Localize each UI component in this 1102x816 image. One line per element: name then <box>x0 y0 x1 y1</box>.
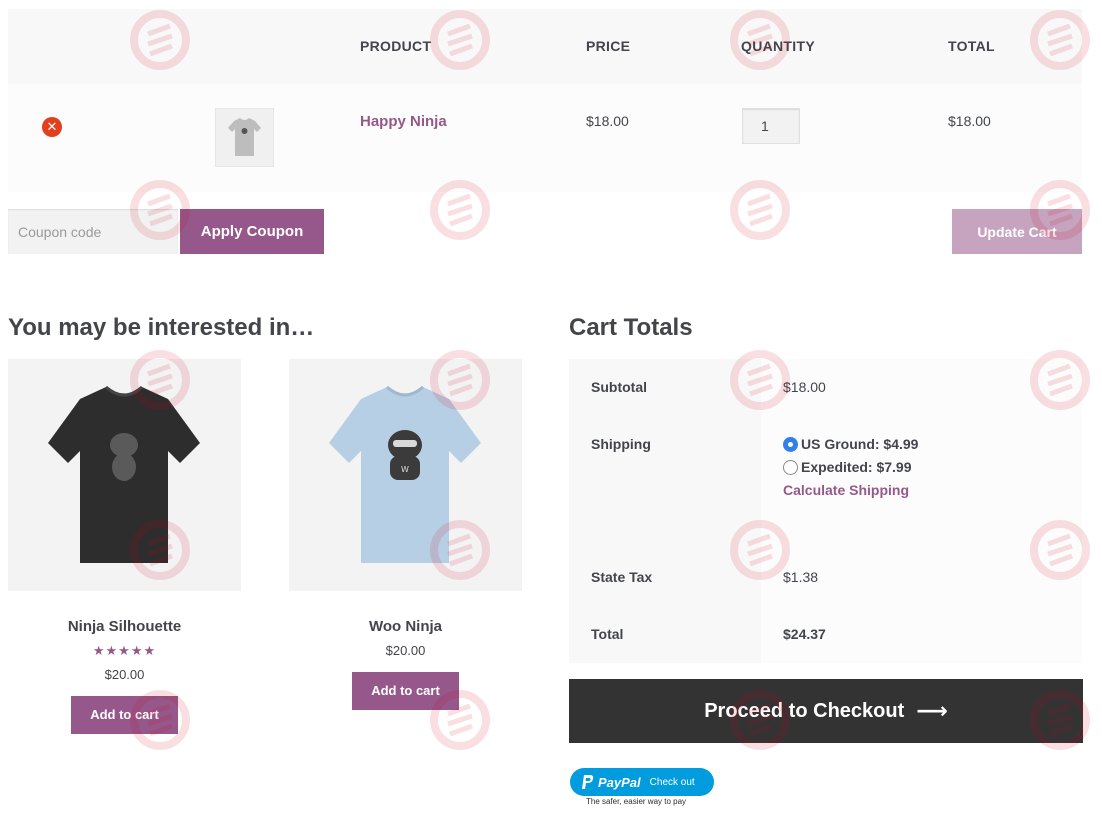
product-card-ninja-silhouette: Ninja Silhouette ★★★★★ $20.00 Add to car… <box>8 359 241 734</box>
shipping-option-label: Expedited: $7.99 <box>801 459 912 475</box>
cart-totals-table: Subtotal $18.00 Shipping US Ground: $4.9… <box>569 359 1082 663</box>
item-total: $18.00 <box>948 113 991 129</box>
cart-totals-title: Cart Totals <box>569 314 693 341</box>
product-name-link[interactable]: Happy Ninja <box>360 113 447 130</box>
tax-label: State Tax <box>569 549 761 607</box>
tax-row: State Tax $1.38 <box>569 549 1082 607</box>
add-to-cart-button[interactable]: Add to cart <box>352 672 459 710</box>
paypal-tagline: The safer, easier way to pay <box>586 797 687 806</box>
shipping-row: Shipping US Ground: $4.99 Expedited: $7.… <box>569 416 1082 549</box>
calculate-shipping-link[interactable]: Calculate Shipping <box>783 482 1082 498</box>
header-product: PRODUCT <box>360 38 432 54</box>
paypal-checkout-button[interactable]: PayPal Check out <box>570 768 714 796</box>
shipping-option-us-ground[interactable]: US Ground: $4.99 <box>783 436 1082 452</box>
product-image[interactable] <box>8 359 241 591</box>
proceed-to-checkout-button[interactable]: Proceed to Checkout ⟶ <box>569 679 1083 743</box>
star-rating-icon: ★★★★★ <box>92 643 157 658</box>
cart-table: PRODUCT PRICE QUANTITY TOTAL ✕ Happy Nin… <box>8 9 1082 192</box>
paypal-logo-icon <box>582 775 594 789</box>
shipping-label: Shipping <box>569 416 761 549</box>
header-price: PRICE <box>586 38 631 54</box>
shipping-options: US Ground: $4.99 Expedited: $7.99 Calcul… <box>761 416 1082 549</box>
product-name[interactable]: Ninja Silhouette <box>8 618 241 635</box>
cross-sells-title: You may be interested in… <box>8 314 315 341</box>
subtotal-label: Subtotal <box>569 359 761 416</box>
item-price: $18.00 <box>586 113 629 129</box>
arrow-right-icon: ⟶ <box>916 698 948 723</box>
header-total: TOTAL <box>948 38 995 54</box>
paypal-checkout-text: Check out <box>649 776 695 788</box>
paypal-brand: PayPal <box>598 774 641 790</box>
product-price: $20.00 <box>385 643 426 658</box>
tax-value: $1.38 <box>761 549 1082 607</box>
shipping-option-expedited[interactable]: Expedited: $7.99 <box>783 459 1082 475</box>
subtotal-row: Subtotal $18.00 <box>569 359 1082 416</box>
total-row: Total $24.37 <box>569 607 1082 663</box>
shipping-option-label: US Ground: $4.99 <box>801 436 919 452</box>
cart-item-row: ✕ Happy Ninja $18.00 $18.00 <box>8 84 1082 192</box>
cart-table-header: PRODUCT PRICE QUANTITY TOTAL <box>8 9 1082 84</box>
update-cart-button[interactable]: Update Cart <box>952 209 1082 254</box>
product-thumbnail[interactable] <box>215 108 274 167</box>
product-name[interactable]: Woo Ninja <box>289 618 522 635</box>
product-image[interactable]: W <box>289 359 522 591</box>
apply-coupon-button[interactable]: Apply Coupon <box>180 209 324 254</box>
checkout-label: Proceed to Checkout <box>704 699 905 722</box>
radio-selected-icon[interactable] <box>783 436 798 452</box>
product-price: $20.00 <box>104 667 145 682</box>
remove-item-icon[interactable]: ✕ <box>42 117 62 137</box>
svg-text:W: W <box>401 465 409 474</box>
header-quantity: QUANTITY <box>741 38 815 54</box>
total-value: $24.37 <box>761 607 1082 663</box>
add-to-cart-button[interactable]: Add to cart <box>71 696 178 734</box>
radio-unselected-icon[interactable] <box>783 459 798 475</box>
product-card-woo-ninja: W Woo Ninja $20.00 Add to cart <box>289 359 522 710</box>
total-label: Total <box>569 607 761 663</box>
subtotal-value: $18.00 <box>761 359 1082 416</box>
quantity-input[interactable] <box>742 108 800 144</box>
coupon-code-input[interactable] <box>8 209 178 254</box>
